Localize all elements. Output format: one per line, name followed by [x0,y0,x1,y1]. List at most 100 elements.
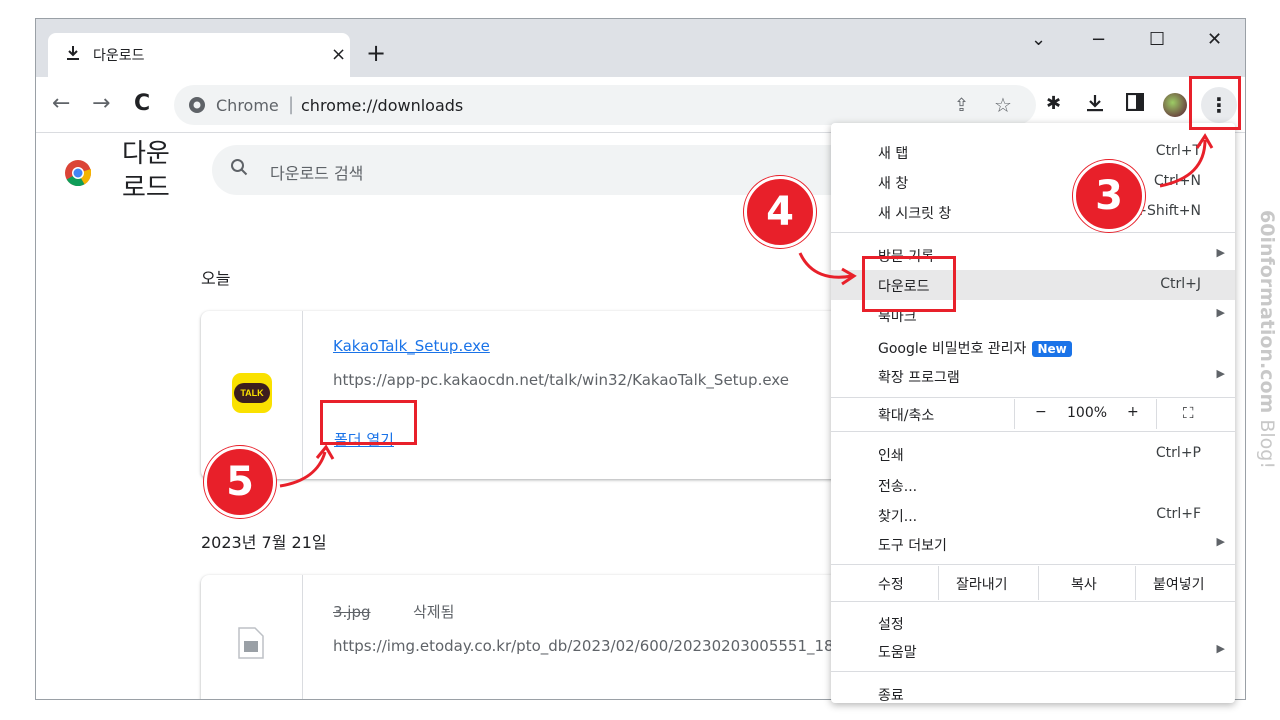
tab-close-icon[interactable]: × [331,44,346,65]
reload-button[interactable]: C [134,91,150,116]
cut-button[interactable]: 잘라내기 [956,574,1008,594]
omnibox-url[interactable]: chrome://downloads [301,96,463,115]
menu-label-wrapper: Google 비밀번호 관리자 New [878,338,1072,358]
date-header-today: 오늘 [201,269,231,288]
menu-label: 전송... [878,479,918,495]
menu-item-help[interactable]: 도움말 ▶ [831,636,1235,666]
chrome-site-icon [189,97,205,113]
menu-item-print[interactable]: 인쇄 Ctrl+P [831,439,1235,469]
menu-label: 찾기... [878,509,918,525]
menu-label: 새 창 [878,176,909,192]
menu-item-cast[interactable]: 전송... [831,470,1235,500]
step-3-badge: 3 [1073,160,1145,232]
edit-divider [1038,566,1039,600]
omnibox-separator: | [288,94,295,115]
highlight-open-folder-box [320,400,417,445]
chrome-logo-icon [65,160,92,187]
forward-button[interactable]: → [92,91,110,116]
step-4-badge: 4 [744,176,816,248]
file-source-url[interactable]: https://app-pc.kakaocdn.net/talk/win32/K… [333,371,789,389]
highlight-kebab-box [1189,76,1241,130]
menu-item-new-tab[interactable]: 새 탭 Ctrl+T [831,137,1235,167]
kakaotalk-icon-text: TALK [234,383,270,403]
menu-item-find[interactable]: 찾기... Ctrl+F [831,500,1235,530]
image-file-icon [238,627,264,659]
tab-title: 다운로드 [93,48,145,64]
watermark-blog: Blog! [1256,413,1278,469]
address-bar[interactable]: Chrome | chrome://downloads ⇪ ☆ [174,85,1036,125]
tab-downloads[interactable]: 다운로드 × [48,33,350,77]
share-icon[interactable]: ⇪ [954,95,969,116]
menu-label: Google 비밀번호 관리자 [878,341,1027,357]
chrome-main-menu: 새 탭 Ctrl+T 새 창 Ctrl+N 새 시크릿 창 Ctrl+Shift… [831,123,1235,703]
edit-divider [1135,566,1136,600]
edit-divider [938,566,939,600]
menu-item-new-window[interactable]: 새 창 Ctrl+N [831,167,1235,197]
deleted-file-name: 3.jpg [333,603,371,621]
back-button[interactable]: ← [52,91,70,116]
tab-strip: 다운로드 × + ⌄ − ☐ ✕ [36,19,1245,77]
menu-shortcut: Ctrl+P [1155,445,1201,461]
bookmark-star-icon[interactable]: ☆ [994,93,1012,117]
zoom-level: 100% [1067,405,1108,421]
search-icon [231,159,248,176]
menu-divider [831,671,1235,672]
menu-item-more-tools[interactable]: 도구 더보기 ▶ [831,529,1235,559]
deleted-status: 삭제됨 [413,603,455,621]
menu-label: 확장 프로그램 [878,370,960,386]
date-header-past: 2023년 7월 21일 [201,533,327,552]
copy-button[interactable]: 복사 [1071,574,1097,594]
minimize-button[interactable]: − [1091,29,1106,50]
menu-label: 도움말 [878,645,917,661]
menu-zoom-row: 확대/축소 − 100% + ⛶ [831,399,1235,429]
menu-item-exit[interactable]: 종료 [831,679,1235,703]
paste-button[interactable]: 붙여넣기 [1153,574,1205,594]
file-icon-column [201,575,303,699]
zoom-out-button[interactable]: − [1035,404,1047,420]
zoom-label: 확대/축소 [878,408,935,424]
menu-divider [831,601,1235,602]
tab-search-dropdown-icon[interactable]: ⌄ [1031,29,1046,50]
watermark: 60information.com Blog! [1238,210,1278,510]
file-source-url[interactable]: https://img.etoday.co.kr/pto_db/2023/02/… [333,637,853,655]
menu-item-extensions[interactable]: 확장 프로그램 ▶ [831,361,1235,391]
download-icon [67,46,79,60]
zoom-divider [1156,399,1157,429]
menu-label: 새 탭 [878,146,909,162]
submenu-arrow-icon: ▶ [1216,367,1225,380]
menu-item-incognito[interactable]: 새 시크릿 창 Ctrl+Shift+N [831,197,1235,227]
submenu-arrow-icon: ▶ [1216,642,1225,655]
menu-item-password-manager[interactable]: Google 비밀번호 관리자 New [831,332,1235,362]
search-placeholder: 다운로드 검색 [270,164,364,183]
menu-label: 도구 더보기 [878,538,947,554]
kakaotalk-icon: TALK [232,373,272,413]
menu-divider [831,564,1235,565]
downloads-toolbar-icon[interactable] [1086,93,1104,113]
maximize-button[interactable]: ☐ [1149,29,1165,50]
zoom-in-button[interactable]: + [1127,404,1139,420]
menu-shortcut: Ctrl+T [1155,143,1201,159]
submenu-arrow-icon: ▶ [1216,306,1225,319]
side-panel-icon[interactable] [1126,93,1144,111]
new-tab-button[interactable]: + [366,39,386,67]
zoom-divider [1014,399,1015,429]
menu-label: 인쇄 [878,448,904,464]
edit-label: 수정 [878,577,904,593]
profile-avatar[interactable] [1163,93,1187,117]
page-title: 다운로드 [122,139,170,203]
menu-shortcut: Ctrl+N [1153,173,1201,189]
menu-shortcut: Ctrl+J [1160,276,1201,292]
menu-item-settings[interactable]: 설정 [831,608,1235,638]
omnibox-scheme: Chrome [216,96,279,115]
submenu-arrow-icon: ▶ [1216,246,1225,259]
watermark-site: 60information.com [1256,210,1278,414]
fullscreen-icon[interactable]: ⛶ [1183,404,1194,422]
submenu-arrow-icon: ▶ [1216,535,1225,548]
step-5-badge: 5 [204,446,276,518]
menu-label: 종료 [878,688,904,703]
file-name-link[interactable]: KakaoTalk_Setup.exe [333,337,490,355]
menu-label: 새 시크릿 창 [878,206,952,222]
extensions-puzzle-icon[interactable]: ✱ [1046,93,1061,114]
menu-divider [831,397,1235,398]
close-window-button[interactable]: ✕ [1207,29,1222,50]
